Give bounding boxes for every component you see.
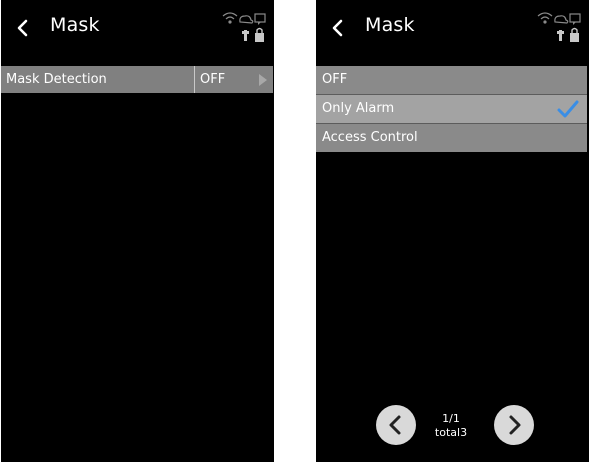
page-title: Mask (365, 14, 415, 36)
chevron-left-icon (389, 415, 401, 435)
total-count: total3 (434, 426, 468, 439)
arrow-right-icon (259, 74, 267, 86)
lock-icon (255, 27, 264, 42)
wifi-icon (222, 12, 238, 24)
pagination-info: 1/1 total3 (428, 412, 474, 440)
page-title: Mask (50, 14, 100, 36)
cloud-icon (554, 15, 569, 24)
chevron-right-icon (509, 415, 521, 435)
next-page-button[interactable] (494, 405, 534, 445)
mask-settings-screen: Mask Mask Detection OFF (1, 0, 274, 462)
option-label: Only Alarm (322, 101, 395, 116)
status-icons (537, 12, 581, 42)
option-label: Access Control (322, 130, 418, 145)
mask-detection-row[interactable]: Mask Detection OFF (1, 66, 273, 93)
top-bar: Mask (316, 0, 589, 58)
usb-icon (242, 30, 249, 41)
usb-icon (557, 30, 564, 41)
check-icon (557, 100, 579, 118)
wifi-icon (537, 12, 553, 24)
option-access-control[interactable]: Access Control (316, 124, 587, 152)
lock-icon (570, 27, 579, 42)
back-button[interactable] (11, 16, 35, 40)
top-bar: Mask (1, 0, 274, 58)
chat-icon (569, 13, 581, 25)
back-button[interactable] (326, 16, 350, 40)
mask-detection-label: Mask Detection (6, 72, 107, 87)
prev-page-button[interactable] (376, 405, 416, 445)
row-divider (194, 66, 195, 93)
cloud-icon (239, 15, 254, 24)
mask-detection-value: OFF (200, 72, 226, 87)
chat-icon (254, 13, 266, 25)
option-label: OFF (322, 72, 348, 87)
status-icons (222, 12, 266, 42)
page-indicator: 1/1 (442, 412, 460, 425)
back-arrow-icon (17, 19, 28, 37)
mask-options-screen: Mask OFF Only Alarm Access Control 1/1 t… (316, 0, 589, 462)
option-only-alarm[interactable]: Only Alarm (316, 95, 587, 123)
back-arrow-icon (332, 19, 343, 37)
option-off[interactable]: OFF (316, 66, 587, 94)
